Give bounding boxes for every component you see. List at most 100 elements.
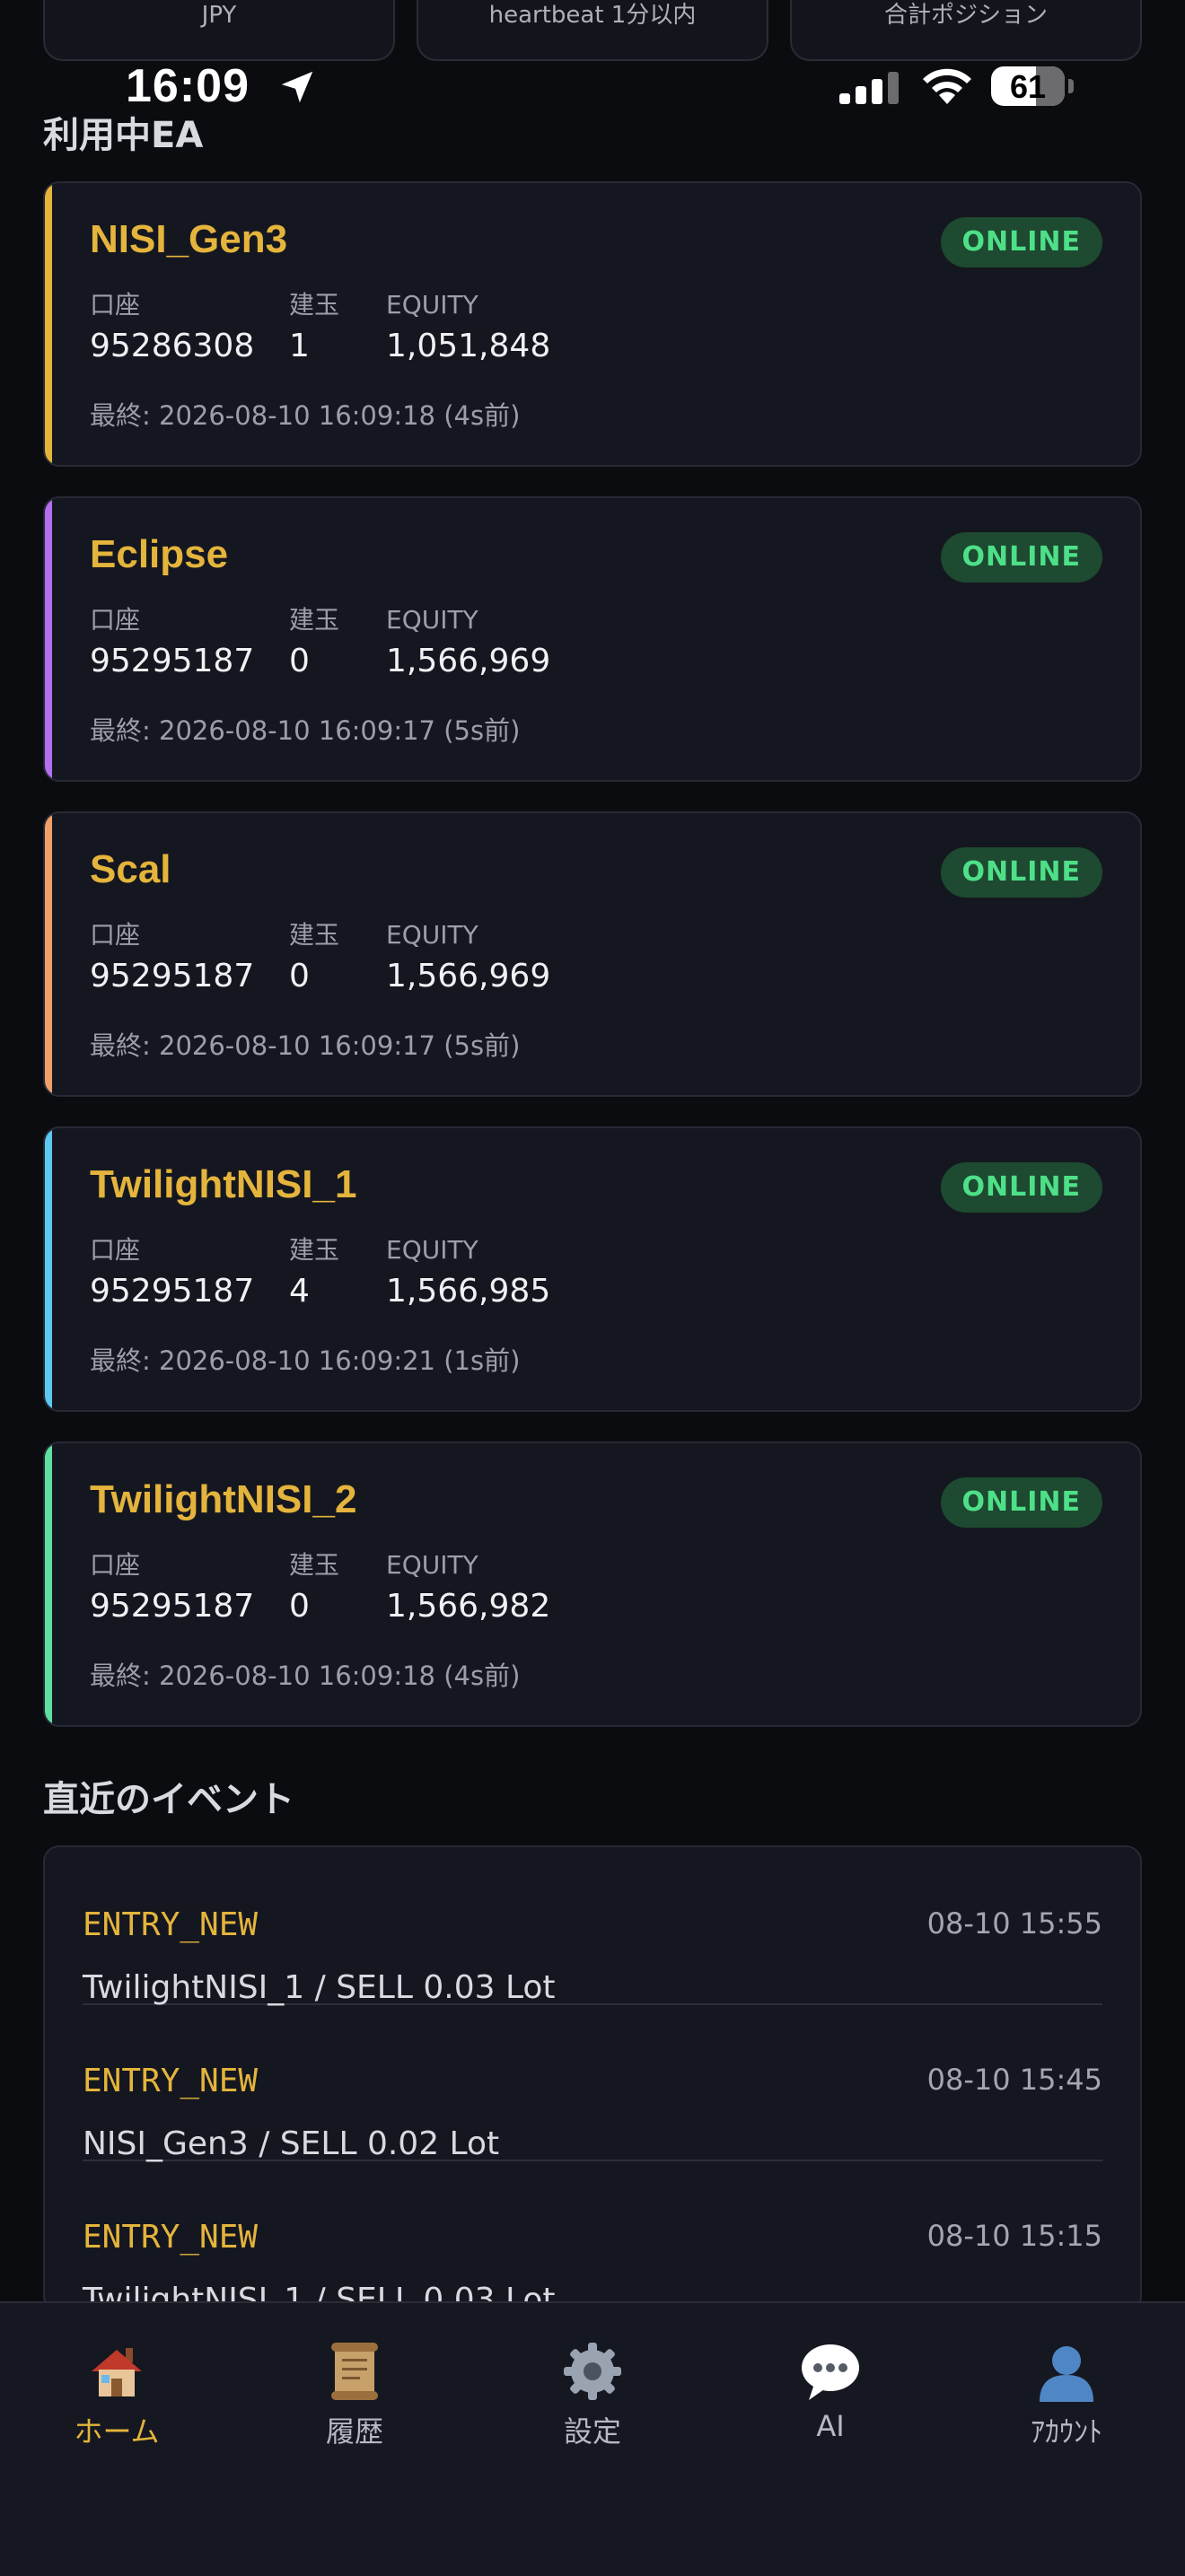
events-section-title: 直近のイベント <box>43 1779 294 1820</box>
tab-user[interactable]: ｱｶｳﾝﾄ <box>977 2339 1156 2450</box>
ea-last-update: 最終: 2026-08-10 16:09:17 (5s前) <box>90 715 521 746</box>
tab-label: ｱｶｳﾝﾄ <box>1030 2414 1102 2449</box>
event-type: ENTRY_NEW <box>83 2219 259 2256</box>
chip-label: 合計ポジション <box>883 2 1048 29</box>
positions-value: 4 <box>289 1273 310 1310</box>
tab-label: 設定 <box>563 2414 621 2449</box>
ea-positions-field: 建玉 4 <box>289 1238 339 1308</box>
account-label: 口座 <box>90 605 141 635</box>
chip-label: heartbeat 1分以内 <box>488 2 697 29</box>
ea-equity-field: EQUITY 1,566,985 <box>386 1238 550 1308</box>
ea-accent-bar <box>45 1128 52 1410</box>
event-row[interactable]: ENTRY_NEW 08-10 15:15 TwilightNISI_1 / S… <box>83 2160 1102 2310</box>
account-value: 95295187 <box>90 1273 255 1310</box>
ea-accent-bar <box>45 1443 52 1725</box>
ea-positions-field: 建玉 0 <box>289 1553 339 1623</box>
ea-last-update: 最終: 2026-08-10 16:09:18 (4s前) <box>90 400 521 431</box>
equity-label: EQUITY <box>386 605 478 635</box>
ea-name: Eclipse <box>90 532 229 576</box>
event-row[interactable]: ENTRY_NEW 08-10 15:45 NISI_Gen3 / SELL 0… <box>83 2003 1102 2162</box>
ea-card[interactable]: NISI_Gen3 ONLINE 口座 95286308 建玉 1 EQUITY… <box>43 181 1142 467</box>
positions-label: 建玉 <box>289 920 340 950</box>
equity-label: EQUITY <box>386 290 478 320</box>
ea-account-field: 口座 95286308 <box>90 293 254 363</box>
status-time: 16:09 <box>126 60 250 112</box>
ea-account-field: 口座 95295187 <box>90 923 254 993</box>
user-icon <box>1034 2339 1099 2404</box>
equity-value: 1,566,969 <box>386 643 551 679</box>
bottom-tab-bar: ホーム 履歴 設定 AI ｱｶｳﾝﾄ <box>0 2301 1185 2576</box>
ea-status-badge: ONLINE <box>940 532 1102 583</box>
tab-scroll[interactable]: 履歴 <box>265 2339 444 2450</box>
speech-bubble-icon <box>798 2339 863 2404</box>
equity-label: EQUITY <box>386 920 478 950</box>
tab-label: ホーム <box>74 2414 160 2449</box>
account-value: 95295187 <box>90 643 255 679</box>
ea-equity-field: EQUITY 1,566,969 <box>386 608 550 678</box>
positions-value: 1 <box>289 328 310 364</box>
events-card: ENTRY_NEW 08-10 15:55 TwilightNISI_1 / S… <box>43 1845 1142 2312</box>
positions-label: 建玉 <box>289 605 340 635</box>
ea-list: NISI_Gen3 ONLINE 口座 95286308 建玉 1 EQUITY… <box>43 181 1142 1757</box>
tab-gear[interactable]: 設定 <box>503 2339 682 2450</box>
ea-last-update: 最終: 2026-08-10 16:09:18 (4s前) <box>90 1660 521 1691</box>
positions-value: 0 <box>289 643 310 679</box>
ea-accent-bar <box>45 813 52 1095</box>
ea-card[interactable]: TwilightNISI_2 ONLINE 口座 95295187 建玉 0 E… <box>43 1441 1142 1727</box>
positions-value: 0 <box>289 958 310 994</box>
battery-icon: 61 <box>991 66 1065 106</box>
ea-positions-field: 建玉 1 <box>289 293 339 363</box>
ea-name: Scal <box>90 847 171 891</box>
ea-section-title: 利用中EA <box>43 115 204 156</box>
ea-last-update: 最終: 2026-08-10 16:09:21 (1s前) <box>90 1345 521 1376</box>
heartbeat-chip: heartbeat 1分以内 <box>417 0 768 61</box>
equity-value: 1,051,848 <box>386 328 551 364</box>
currency-chip: JPY <box>43 0 395 61</box>
gear-icon <box>560 2339 625 2404</box>
ea-positions-field: 建玉 0 <box>289 923 339 993</box>
ea-status-badge: ONLINE <box>940 1162 1102 1213</box>
scroll-icon <box>322 2339 387 2404</box>
ea-card[interactable]: Scal ONLINE 口座 95295187 建玉 0 EQUITY 1,56… <box>43 811 1142 1097</box>
event-type: ENTRY_NEW <box>83 1906 259 1943</box>
house-icon <box>84 2339 149 2404</box>
tab-house[interactable]: ホーム <box>27 2339 206 2450</box>
tab-label: AI <box>816 2409 845 2443</box>
ea-account-field: 口座 95295187 <box>90 1553 254 1623</box>
event-description: TwilightNISI_1 / SELL 0.03 Lot <box>83 1969 556 2006</box>
ea-positions-field: 建玉 0 <box>289 608 339 678</box>
tab-speech-bubble[interactable]: AI <box>741 2339 920 2443</box>
positions-label: 建玉 <box>289 1550 340 1580</box>
equity-value: 1,566,982 <box>386 1588 551 1625</box>
ea-card[interactable]: Eclipse ONLINE 口座 95295187 建玉 0 EQUITY 1… <box>43 496 1142 782</box>
ea-accent-bar <box>45 498 52 780</box>
ea-card[interactable]: TwilightNISI_1 ONLINE 口座 95295187 建玉 4 E… <box>43 1126 1142 1412</box>
ea-account-field: 口座 95295187 <box>90 608 254 678</box>
account-label: 口座 <box>90 1235 141 1265</box>
cellular-signal-icon <box>839 72 899 104</box>
event-description: NISI_Gen3 / SELL 0.02 Lot <box>83 2125 500 2162</box>
event-time: 08-10 15:45 <box>926 2063 1102 2097</box>
battery-level: 61 <box>1009 68 1047 105</box>
positions-label: 建玉 <box>289 1235 340 1265</box>
event-type: ENTRY_NEW <box>83 2063 259 2099</box>
ea-name: TwilightNISI_1 <box>90 1162 357 1206</box>
ea-last-update: 最終: 2026-08-10 16:09:17 (5s前) <box>90 1030 521 1061</box>
account-label: 口座 <box>90 290 141 320</box>
location-arrow-icon <box>281 71 313 103</box>
account-value: 95286308 <box>90 328 255 364</box>
ea-status-badge: ONLINE <box>940 1477 1102 1528</box>
positions-value: 0 <box>289 1588 310 1625</box>
ea-equity-field: EQUITY 1,566,982 <box>386 1553 550 1623</box>
ea-name: TwilightNISI_2 <box>90 1477 357 1521</box>
account-value: 95295187 <box>90 1588 255 1625</box>
event-row[interactable]: ENTRY_NEW 08-10 15:55 TwilightNISI_1 / S… <box>83 1847 1102 2006</box>
positions-label: 建玉 <box>289 290 340 320</box>
tab-label: 履歴 <box>325 2414 383 2449</box>
account-label: 口座 <box>90 1550 141 1580</box>
ea-equity-field: EQUITY 1,566,969 <box>386 923 550 993</box>
equity-value: 1,566,969 <box>386 958 551 994</box>
ea-status-badge: ONLINE <box>940 847 1102 898</box>
equity-label: EQUITY <box>386 1235 478 1265</box>
ea-status-badge: ONLINE <box>940 217 1102 267</box>
